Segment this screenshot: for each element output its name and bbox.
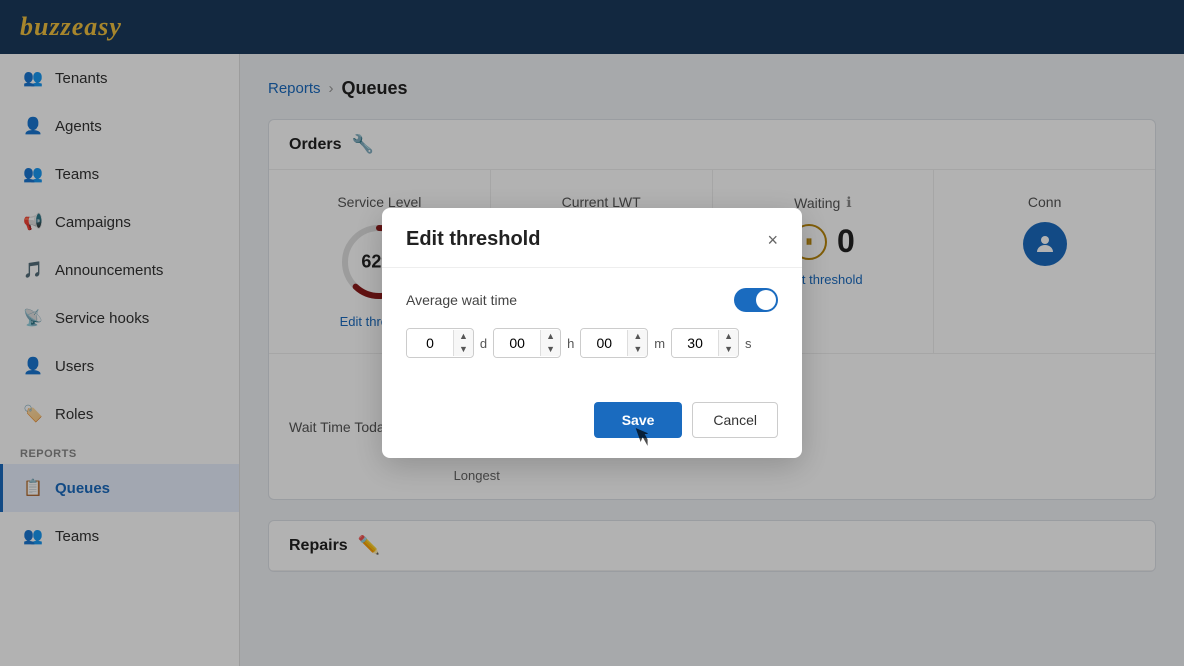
minutes-up-button[interactable]: ▲ [628, 330, 647, 343]
seconds-input[interactable] [672, 329, 718, 357]
days-down-button[interactable]: ▼ [454, 343, 473, 356]
modal-title: Edit threshold [406, 228, 540, 251]
modal-header: Edit threshold × [382, 208, 802, 268]
minutes-input[interactable] [581, 329, 627, 357]
time-inputs-row: ▲ ▼ d ▲ ▼ h ▲ [406, 328, 778, 358]
modal-close-button[interactable]: × [767, 231, 778, 249]
days-spinners: ▲ ▼ [453, 330, 473, 356]
hours-input[interactable] [494, 329, 540, 357]
average-wait-time-toggle[interactable] [734, 288, 778, 312]
days-input-wrap: ▲ ▼ [406, 328, 474, 358]
hours-spinners: ▲ ▼ [540, 330, 560, 356]
hours-input-wrap: ▲ ▼ [493, 328, 561, 358]
seconds-input-wrap: ▲ ▼ [671, 328, 739, 358]
average-wait-time-row: Average wait time [406, 288, 778, 312]
minutes-down-button[interactable]: ▼ [628, 343, 647, 356]
modal-footer: Save Cancel [382, 402, 802, 458]
days-input[interactable] [407, 329, 453, 357]
modal-body: Average wait time ▲ ▼ d ▲ [382, 268, 802, 402]
average-wait-time-label: Average wait time [406, 292, 517, 308]
hours-unit: h [567, 336, 574, 351]
seconds-spinners: ▲ ▼ [718, 330, 738, 356]
save-button[interactable]: Save [594, 402, 683, 438]
modal-overlay: Edit threshold × Average wait time ▲ ▼ d [0, 0, 1184, 666]
cancel-button[interactable]: Cancel [692, 402, 778, 438]
minutes-spinners: ▲ ▼ [627, 330, 647, 356]
minutes-input-wrap: ▲ ▼ [580, 328, 648, 358]
edit-threshold-modal: Edit threshold × Average wait time ▲ ▼ d [382, 208, 802, 458]
minutes-unit: m [654, 336, 665, 351]
hours-up-button[interactable]: ▲ [541, 330, 560, 343]
days-up-button[interactable]: ▲ [454, 330, 473, 343]
seconds-up-button[interactable]: ▲ [719, 330, 738, 343]
seconds-unit: s [745, 336, 752, 351]
hours-down-button[interactable]: ▼ [541, 343, 560, 356]
seconds-down-button[interactable]: ▼ [719, 343, 738, 356]
days-unit: d [480, 336, 487, 351]
